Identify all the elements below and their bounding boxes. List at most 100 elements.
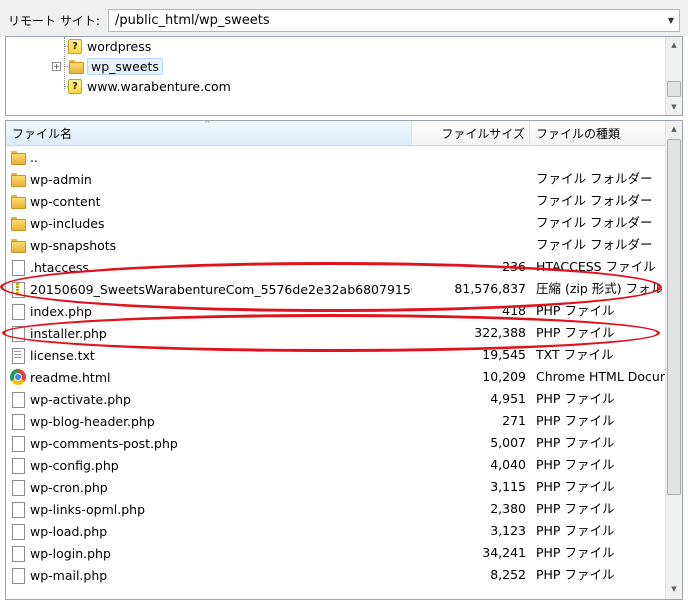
scroll-up-icon[interactable]: ▲ (666, 121, 682, 137)
file-row[interactable]: installer.php 322,388 PHP ファイル (6, 322, 667, 344)
file-name: wp-includes (30, 215, 105, 231)
file-name-cell[interactable]: .. (10, 148, 412, 166)
tree-item-label: www.warabenture.com (87, 78, 231, 94)
file-name-cell[interactable]: wp-snapshots (10, 236, 412, 254)
file-name: readme.html (30, 369, 111, 385)
file-name-cell[interactable]: wp-load.php (10, 522, 412, 540)
file-row[interactable]: 20150609_SweetsWarabentureCom_5576de2e32… (6, 278, 667, 300)
file-row[interactable]: index.php 418 PHP ファイル (6, 300, 667, 322)
file-name-cell[interactable]: 20150609_SweetsWarabentureCom_5576de2e32… (10, 280, 412, 298)
file-type: TXT ファイル (536, 347, 614, 362)
tree-scrollbar[interactable]: ▲ ▼ (665, 37, 682, 115)
tree-item-wordpress[interactable]: ? wordpress (68, 37, 151, 55)
file-name: wp-config.php (30, 457, 119, 473)
file-name-cell[interactable]: license.txt (10, 346, 412, 364)
file-size: 4,040 (490, 457, 526, 472)
column-header-filesize[interactable]: ファイルサイズ (412, 121, 530, 145)
remote-site-path-combobox[interactable]: /public_html/wp_sweets ▼ (108, 9, 680, 32)
file-name: wp-links-opml.php (30, 501, 146, 517)
php-file-icon (10, 567, 26, 584)
php-file-icon (10, 545, 26, 562)
file-list-header: ^ ファイル名 ファイルサイズ ファイルの種類 (6, 121, 667, 146)
php-file-icon (10, 523, 26, 540)
file-type: PHP ファイル (536, 435, 615, 450)
file-size: 19,545 (482, 347, 526, 362)
file-name: wp-activate.php (30, 391, 131, 407)
scrollbar-thumb[interactable] (667, 81, 681, 97)
file-name-cell[interactable]: wp-login.php (10, 544, 412, 562)
folder-icon (10, 215, 26, 231)
file-row[interactable]: wp-links-opml.php 2,380 PHP ファイル (6, 498, 667, 520)
file-list-scrollbar[interactable]: ▲ ▼ (665, 121, 682, 599)
scroll-down-icon[interactable]: ▼ (666, 99, 682, 115)
file-type: PHP ファイル (536, 457, 615, 472)
file-row[interactable]: wp-includes ファイル フォルダー (6, 212, 667, 234)
column-header-filename[interactable]: ^ ファイル名 (6, 121, 412, 145)
file-row[interactable]: wp-comments-post.php 5,007 PHP ファイル (6, 432, 667, 454)
file-name-cell[interactable]: wp-mail.php (10, 566, 412, 584)
tree-item-warabenture[interactable]: ? www.warabenture.com (68, 77, 231, 95)
tree-connector-line (64, 37, 65, 89)
file-name-cell[interactable]: wp-comments-post.php (10, 434, 412, 452)
file-size (412, 148, 526, 166)
question-folder-icon: ? (68, 38, 82, 54)
zip-file-icon (10, 281, 26, 298)
file-size: 3,123 (490, 523, 526, 538)
file-name-cell[interactable]: index.php (10, 302, 412, 320)
file-row[interactable]: wp-login.php 34,241 PHP ファイル (6, 542, 667, 564)
folder-icon (10, 171, 26, 187)
file-name-cell[interactable]: wp-blog-header.php (10, 412, 412, 430)
chevron-down-icon[interactable]: ▼ (663, 10, 679, 31)
text-file-icon (10, 347, 26, 364)
file-name-cell[interactable]: wp-content (10, 192, 412, 210)
column-header-filetype[interactable]: ファイルの種類 (530, 121, 667, 145)
file-row[interactable]: wp-snapshots ファイル フォルダー (6, 234, 667, 256)
file-name-cell[interactable]: wp-activate.php (10, 390, 412, 408)
file-name: wp-login.php (30, 545, 111, 561)
file-type (536, 148, 667, 166)
file-type: ファイル フォルダー (536, 237, 653, 252)
question-folder-icon: ? (68, 78, 82, 94)
file-row[interactable]: wp-mail.php 8,252 PHP ファイル (6, 564, 667, 586)
file-name-cell[interactable]: wp-includes (10, 214, 412, 232)
file-name-cell[interactable]: wp-config.php (10, 456, 412, 474)
file-row[interactable]: wp-cron.php 3,115 PHP ファイル (6, 476, 667, 498)
file-type: PHP ファイル (536, 523, 615, 538)
file-row[interactable]: .. (6, 146, 667, 168)
file-type: PHP ファイル (536, 325, 615, 340)
file-row[interactable]: .htaccess 236 HTACCESS ファイル (6, 256, 667, 278)
file-row[interactable]: wp-blog-header.php 271 PHP ファイル (6, 410, 667, 432)
php-file-icon (10, 259, 26, 276)
file-size: 2,380 (490, 501, 526, 516)
scroll-down-icon[interactable]: ▼ (666, 581, 682, 597)
file-name-cell[interactable]: wp-cron.php (10, 478, 412, 496)
file-name-cell[interactable]: installer.php (10, 324, 412, 342)
file-row[interactable]: wp-config.php 4,040 PHP ファイル (6, 454, 667, 476)
file-row[interactable]: wp-content ファイル フォルダー (6, 190, 667, 212)
file-row[interactable]: wp-load.php 3,123 PHP ファイル (6, 520, 667, 542)
expand-icon[interactable]: + (52, 62, 61, 71)
file-name: license.txt (30, 347, 95, 363)
tree-item-wp-sweets[interactable]: wp_sweets (68, 57, 163, 75)
file-size: 236 (502, 259, 526, 274)
file-name-cell[interactable]: wp-admin (10, 170, 412, 188)
php-file-icon (10, 457, 26, 474)
file-row[interactable]: readme.html 10,209 Chrome HTML Docum (6, 366, 667, 388)
file-row[interactable]: license.txt 19,545 TXT ファイル (6, 344, 667, 366)
php-file-icon (10, 413, 26, 430)
file-row[interactable]: wp-admin ファイル フォルダー (6, 168, 667, 190)
file-name: wp-content (30, 193, 101, 209)
file-type: ファイル フォルダー (536, 193, 653, 208)
scroll-up-icon[interactable]: ▲ (666, 37, 682, 53)
file-row[interactable]: wp-activate.php 4,951 PHP ファイル (6, 388, 667, 410)
file-name-cell[interactable]: wp-links-opml.php (10, 500, 412, 518)
scrollbar-thumb[interactable] (667, 139, 681, 495)
file-type: ファイル フォルダー (536, 171, 653, 186)
php-file-icon (10, 325, 26, 342)
file-size (412, 214, 526, 232)
file-size: 4,951 (490, 391, 526, 406)
remote-site-path-value[interactable]: /public_html/wp_sweets (115, 13, 270, 28)
file-type: PHP ファイル (536, 391, 615, 406)
file-name-cell[interactable]: .htaccess (10, 258, 412, 276)
file-name-cell[interactable]: readme.html (10, 368, 412, 386)
